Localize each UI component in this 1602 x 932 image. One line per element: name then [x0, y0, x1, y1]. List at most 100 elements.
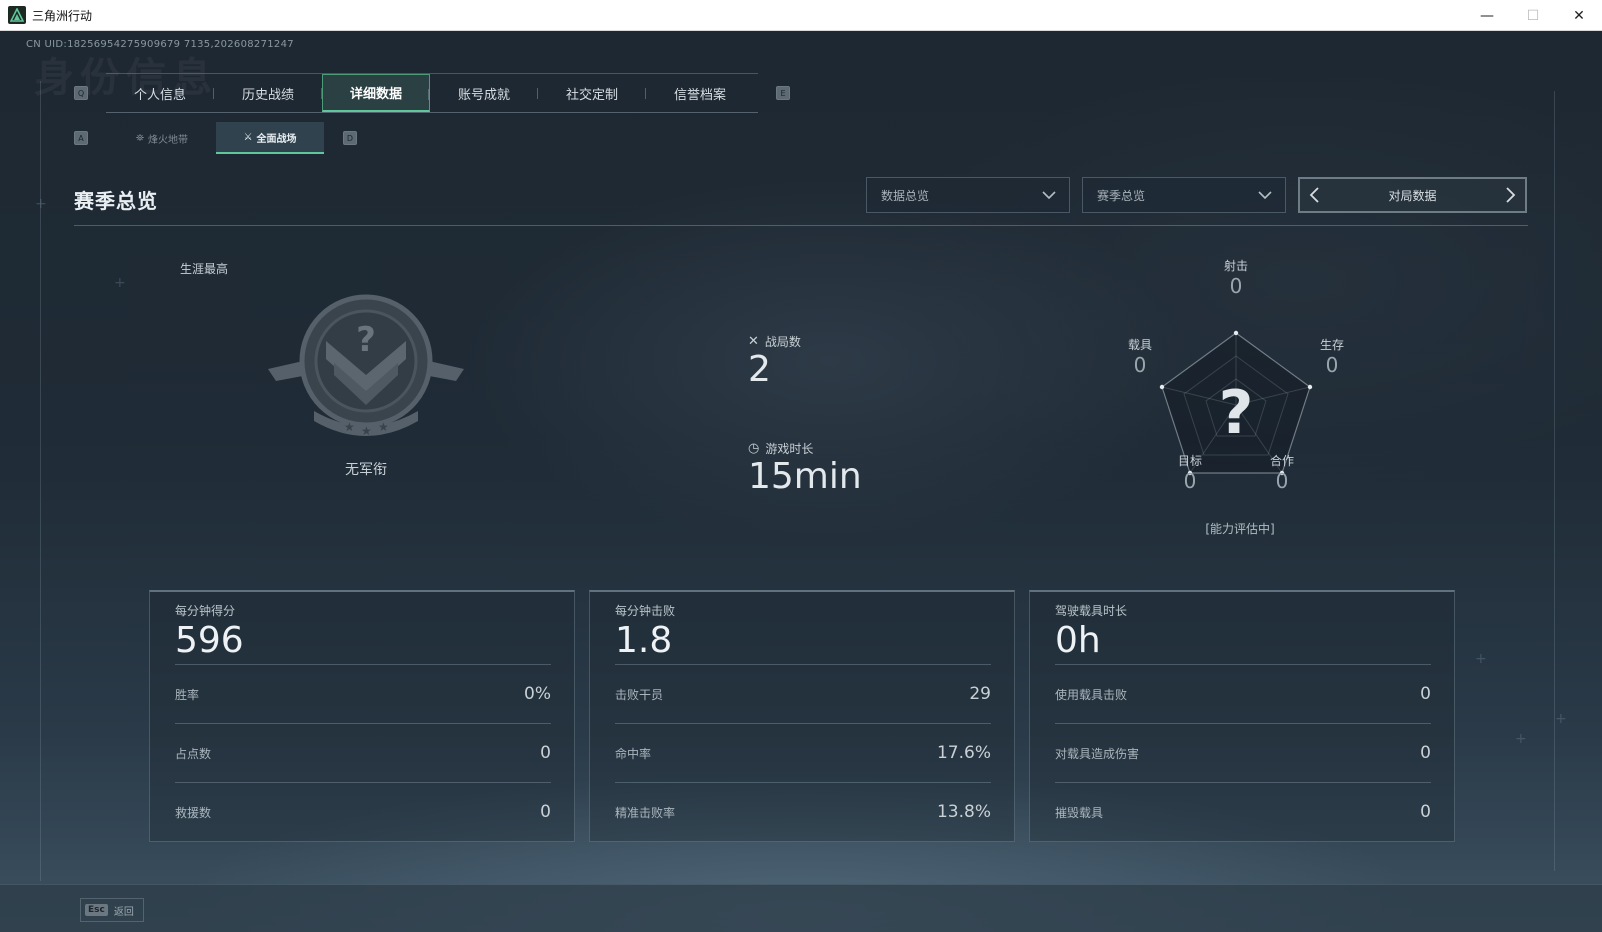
dropdown-value: 数据总览: [881, 188, 930, 203]
stopwatch-icon: ◷: [748, 441, 760, 456]
stat-row: 精准击败率 13.8%: [615, 782, 991, 841]
playtime-label-text: 游戏时长: [765, 442, 814, 456]
chevron-down-icon: [1258, 191, 1272, 200]
tab-social-custom[interactable]: 社交定制: [538, 74, 646, 112]
matches-label: ✕ 战局数: [748, 333, 801, 350]
stat-row-label: 摧毁载具: [1055, 805, 1104, 820]
subtab-label: 全面战场: [256, 133, 297, 145]
radar-label-objective: 目标: [1177, 454, 1202, 468]
back-label: 返回: [113, 906, 134, 918]
dropdown-value: 赛季总览: [1097, 188, 1146, 203]
stat-row-label: 占点数: [175, 746, 212, 761]
app-logo-icon: [8, 6, 26, 24]
data-overview-dropdown[interactable]: 数据总览: [866, 177, 1070, 213]
rank-name: 无军衔: [345, 462, 387, 478]
stat-row: 使用载具击败 0: [1055, 664, 1431, 723]
panel-title: 驾驶载具时长: [1055, 604, 1128, 618]
radar-label-cooperation: 合作: [1269, 454, 1294, 468]
stat-row-label: 精准击败率: [615, 805, 676, 820]
key-hint-next-tab[interactable]: E: [776, 86, 790, 100]
bottom-bar: Esc 返回: [0, 884, 1602, 932]
stat-row: 占点数 0: [175, 723, 551, 782]
pager-label: 对局数据: [1388, 188, 1437, 203]
main-tab-bar: 个人信息 历史战绩 详细数据 账号成就 社交定制 信誉档案: [106, 73, 758, 113]
svg-text:★: ★: [378, 420, 389, 434]
playtime-value: 15min: [748, 456, 862, 497]
panel-title: 每分钟击败: [615, 604, 676, 618]
stat-row-label: 使用载具击败: [1055, 687, 1128, 702]
stat-row-value: 0: [1420, 743, 1431, 763]
svg-text:?: ?: [356, 320, 376, 360]
key-hint-next-subtab[interactable]: D: [343, 131, 357, 145]
battlefield-icon: ⚔: [243, 131, 253, 143]
radar-label-vehicle: 载具: [1127, 338, 1152, 352]
chevron-down-icon: [1042, 191, 1056, 200]
grid-plus-icon: +: [114, 275, 126, 291]
stat-row-label: 救援数: [175, 805, 212, 820]
score-per-minute-panel: 每分钟得分 596 胜率 0% 占点数 0 救援数 0: [149, 590, 575, 842]
career-highest-label: 生涯最高: [180, 262, 229, 276]
subtab-full-battlefield[interactable]: ⚔ 全面战场: [216, 122, 324, 154]
stat-row-value: 29: [969, 684, 991, 704]
grid-plus-icon: +: [35, 196, 47, 212]
panel-main-value: 1.8: [615, 620, 673, 661]
key-hint-prev-subtab[interactable]: A: [74, 131, 88, 145]
back-button[interactable]: Esc 返回: [80, 898, 144, 922]
stat-row: 命中率 17.6%: [615, 723, 991, 782]
panel-main-value: 0h: [1055, 620, 1101, 661]
stat-row: 摧毁载具 0: [1055, 782, 1431, 841]
crossed-swords-icon: ✕: [748, 334, 759, 349]
grid-plus-icon: +: [1555, 711, 1567, 727]
chevron-left-icon[interactable]: [1306, 186, 1324, 204]
stat-row-label: 命中率: [615, 746, 652, 761]
maximize-button[interactable]: ☐: [1510, 0, 1556, 31]
radar-value-objective: 0: [1183, 469, 1197, 493]
svg-text:★: ★: [344, 420, 355, 434]
radar-unknown-mark: ?: [1219, 378, 1254, 448]
tab-match-history[interactable]: 历史战绩: [214, 74, 322, 112]
panel-title: 每分钟得分: [175, 604, 236, 618]
vehicle-time-panel: 驾驶载具时长 0h 使用载具击败 0 对载具造成伤害 0 摧毁载具 0: [1029, 590, 1455, 842]
season-overview-dropdown[interactable]: 赛季总览: [1082, 177, 1286, 213]
panel-main-value: 596: [175, 620, 244, 661]
matches-value: 2: [748, 349, 771, 390]
subtab-label: 烽火地带: [148, 134, 188, 146]
window-title: 三角洲行动: [32, 8, 93, 23]
chevron-right-icon[interactable]: [1501, 186, 1519, 204]
beacon-icon: ⛯: [136, 132, 144, 144]
frame-line-right: [1554, 91, 1555, 871]
stat-row-label: 击败干员: [615, 687, 664, 702]
stat-row-label: 对载具造成伤害: [1055, 746, 1140, 761]
esc-key-hint: Esc: [85, 904, 108, 916]
radar-label-survival: 生存: [1319, 338, 1344, 352]
stat-row-value: 0: [540, 802, 551, 822]
stat-row-label: 胜率: [175, 687, 200, 702]
tab-personal-info[interactable]: 个人信息: [106, 74, 214, 112]
rank-emblem-icon: ? ★ ★ ★: [268, 294, 464, 438]
radar-status-note: [能力评估中]: [1205, 522, 1275, 536]
svg-text:★: ★: [361, 424, 372, 438]
match-data-pager: 对局数据: [1298, 177, 1527, 213]
section-divider: [74, 225, 1528, 226]
stat-row-value: 13.8%: [936, 802, 991, 822]
close-button[interactable]: ✕: [1556, 0, 1602, 31]
tab-detailed-data[interactable]: 详细数据: [322, 74, 430, 112]
radar-label-shooting: 射击: [1223, 259, 1248, 273]
stat-row: 对载具造成伤害 0: [1055, 723, 1431, 782]
tab-credit-record[interactable]: 信誉档案: [646, 74, 754, 112]
subtab-beacon-zone[interactable]: ⛯ 烽火地带: [108, 122, 216, 154]
stat-row: 救援数 0: [175, 782, 551, 841]
sub-tab-bar: ⛯ 烽火地带 ⚔ 全面战场: [108, 122, 324, 154]
radar-value-survival: 0: [1325, 353, 1339, 377]
user-uid: CN UID:18256954275909679 7135,2026082712…: [26, 39, 294, 50]
tab-achievements[interactable]: 账号成就: [430, 74, 538, 112]
stat-row-value: 0: [540, 743, 551, 763]
radar-value-vehicle: 0: [1133, 353, 1147, 377]
stat-row-value: 0: [1420, 684, 1431, 704]
playtime-label: ◷ 游戏时长: [748, 440, 813, 457]
stat-row-value: 17.6%: [936, 743, 991, 763]
minimize-button[interactable]: —: [1464, 0, 1510, 31]
key-hint-prev-tab[interactable]: Q: [74, 86, 88, 100]
stat-row-value: 0%: [524, 684, 551, 704]
game-viewport: 身份信息 CN UID:18256954275909679 7135,20260…: [0, 31, 1602, 932]
